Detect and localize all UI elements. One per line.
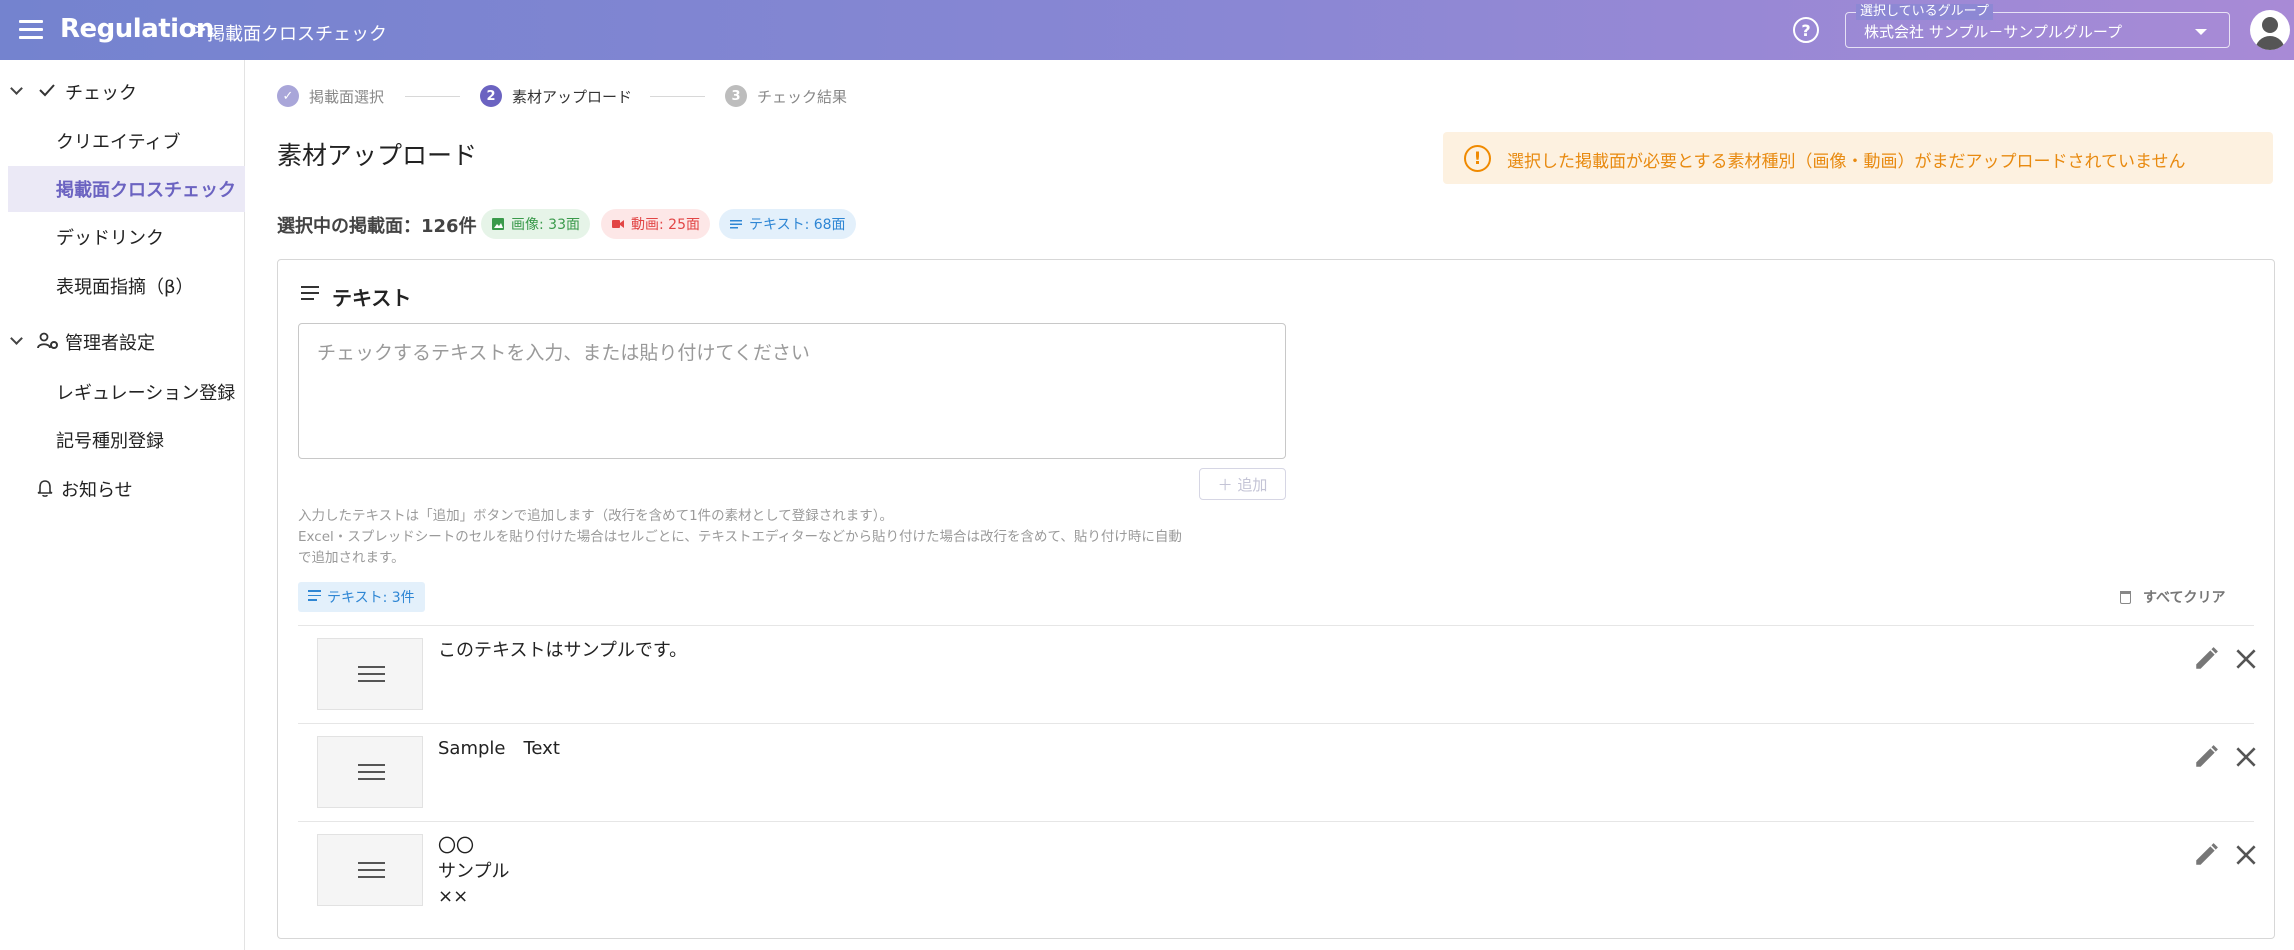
check-icon: ✓ [277,85,299,107]
text-thumbnail [317,638,423,710]
text-lines-icon [301,286,319,304]
sidebar-item-label: お知らせ [61,480,133,501]
group-select-label: 選択しているグループ [1856,4,1993,20]
list-item: 〇〇 サンプル ×× [298,821,2256,919]
clear-all-label: すべてクリア [2143,590,2226,606]
video-icon [612,220,624,228]
sidebar-item-dead-link[interactable]: デッドリンク [8,214,245,260]
brand-logo[interactable]: Regulation [60,14,214,44]
chip-video: 動画: 25面 [601,209,710,239]
close-icon[interactable] [2233,646,2259,672]
step-2[interactable]: 2 素材アップロード [480,84,632,108]
sidebar-item-symbol-type[interactable]: 記号種別登録 [8,417,245,463]
step-label: 掲載面選択 [309,87,385,106]
item-text: このテキストはサンプルです。 [438,640,688,661]
admin-settings-icon [37,332,58,349]
breadcrumb-separator: > [192,19,208,40]
text-lines-icon [358,764,385,785]
pencil-icon[interactable] [2193,646,2219,672]
chevron-down-icon [10,82,23,95]
sidebar-group-admin[interactable]: 管理者設定 [0,323,245,359]
page-title: 素材アップロード [277,141,478,170]
alert-message: 選択した掲載面が必要とする素材種別（画像・動画）がまだアップロードされていません [1507,152,2186,172]
sidebar-group-check[interactable]: チェック [0,73,245,109]
text-thumbnail [317,736,423,808]
caret-down-icon [2195,29,2207,35]
text-lines-icon [358,666,385,687]
text-input[interactable] [298,323,1286,459]
chip-label: テキスト: 68面 [749,217,846,233]
chip-label: 画像: 33面 [511,217,580,233]
step-3[interactable]: 3 チェック結果 [725,84,847,108]
sidebar-item-cross-check[interactable]: 掲載面クロスチェック [8,166,245,212]
step-1[interactable]: ✓ 掲載面選択 [277,84,384,108]
chevron-down-icon [10,332,23,345]
text-thumbnail [317,834,423,906]
selected-count: 選択中の掲載面：126件 [277,216,477,237]
text-count-chip: テキスト: 3件 [298,582,425,612]
chip-image: 画像: 33面 [481,209,590,239]
sidebar-group-label: チェック [65,83,137,104]
sidebar-item-expression[interactable]: 表現面指摘（β） [8,263,245,309]
app-header: Regulation > 掲載面クロスチェック ? 選択しているグループ 株式会… [0,0,2294,60]
text-lines-icon [308,590,321,604]
sidebar-group-label: 管理者設定 [65,333,155,354]
sidebar-item-notifications[interactable]: お知らせ [0,470,245,506]
warning-icon: ! [1464,145,1491,172]
close-icon[interactable] [2233,744,2259,770]
list-item: Sample Text [298,723,2256,821]
item-text: 〇〇 サンプル ×× [438,836,510,907]
step-number: 2 [480,85,502,107]
group-select[interactable]: 選択しているグループ 株式会社 サンプル－サンプルグループ [1845,4,2230,48]
add-button[interactable]: ＋ 追加 [1199,468,1286,500]
step-label: 素材アップロード [512,87,633,106]
pencil-icon[interactable] [2193,744,2219,770]
sidebar-item-creative[interactable]: クリエイティブ [8,118,245,164]
breadcrumb-current: 掲載面クロスチェック [207,24,387,45]
panel-title: テキスト [332,286,412,310]
group-select-value: 株式会社 サンプル－サンプルグループ [1864,23,2122,41]
help-text: 入力したテキストは「追加」ボタンで追加します（改行を含めて1件の素材として登録さ… [298,508,894,524]
image-icon [492,218,504,230]
check-icon [39,84,55,97]
bell-icon [37,480,53,497]
step-connector [650,96,705,97]
warning-alert: ! 選択した掲載面が必要とする素材種別（画像・動画）がまだアップロードされていま… [1443,132,2273,184]
text-lines-icon [730,220,742,229]
item-text: Sample Text [438,738,560,759]
step-label: チェック結果 [757,87,848,106]
text-upload-panel: テキスト ＋ 追加 入力したテキストは「追加」ボタンで追加します（改行を含めて1… [277,259,2275,939]
trash-icon [2120,590,2131,604]
menu-icon[interactable] [19,20,43,40]
sidebar: チェック クリエイティブ 掲載面クロスチェック デッドリンク 表現面指摘（β） … [0,60,245,950]
step-connector [405,96,460,97]
pencil-icon[interactable] [2193,842,2219,868]
chip-label: テキスト: 3件 [327,590,415,606]
clear-all-button[interactable]: すべてクリア [2120,587,2225,607]
close-icon[interactable] [2233,842,2259,868]
sidebar-item-regulation[interactable]: レギュレーション登録 [8,369,245,415]
user-avatar-icon[interactable] [2250,10,2290,50]
chip-text: テキスト: 68面 [719,209,856,239]
text-lines-icon [358,862,385,883]
help-text: Excel・スプレッドシートのセルを貼り付けた場合はセルごとに、テキストエディタ… [298,529,1182,545]
list-item: このテキストはサンプルです。 [298,625,2256,723]
step-number: 3 [725,85,747,107]
help-text: で追加されます。 [298,550,405,566]
chip-label: 動画: 25面 [631,217,700,233]
help-icon[interactable]: ? [1793,17,1819,43]
